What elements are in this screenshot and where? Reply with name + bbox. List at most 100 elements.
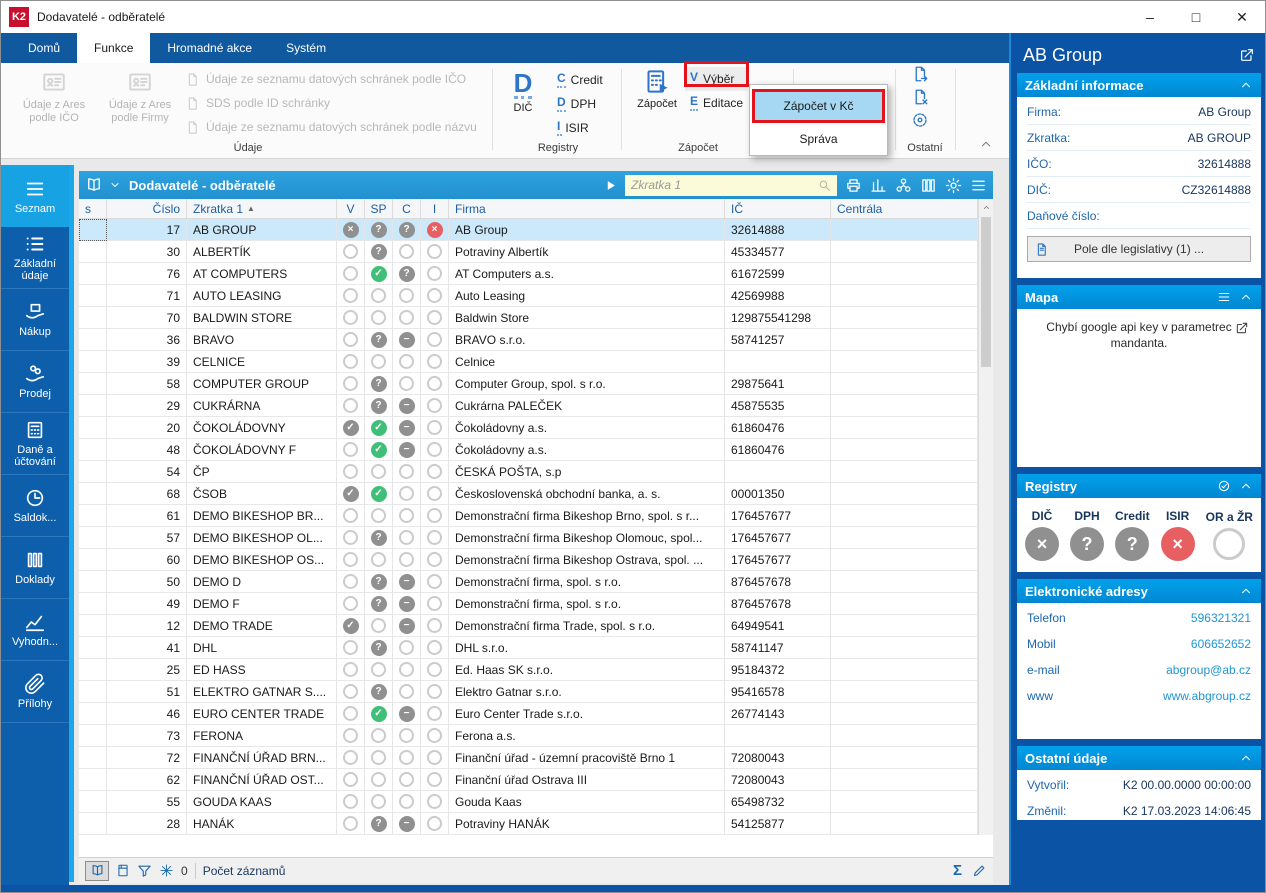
chart-icon[interactable] <box>870 177 887 194</box>
row-selector-cell[interactable] <box>79 373 107 395</box>
sidebar-item-p-lohy[interactable]: Přílohy <box>1 661 69 723</box>
field-value-link[interactable]: 596321321 <box>1191 611 1251 625</box>
row-selector-cell[interactable] <box>79 417 107 439</box>
table-row[interactable]: 20 ČOKOLÁDOVNY ✓ ✓ − Čokoládovny a.s. 61860476 <box>79 417 978 439</box>
check-circle-icon[interactable] <box>1217 479 1231 493</box>
maximize-button[interactable]: □ <box>1173 1 1219 33</box>
row-selector-cell[interactable] <box>79 747 107 769</box>
column-header--slo[interactable]: Číslo <box>107 199 187 218</box>
columns-icon[interactable] <box>920 177 937 194</box>
zapocet-item-vbr[interactable]: V Výběr <box>685 67 749 91</box>
table-row[interactable]: 28 HANÁK? − Potraviny HANÁK 54125877 <box>79 813 978 835</box>
column-header-zkratka-1[interactable]: Zkratka 1 ▲ <box>187 199 337 218</box>
list-menu-icon[interactable] <box>1217 290 1231 304</box>
row-selector-cell[interactable] <box>79 351 107 373</box>
section-header-registry[interactable]: Registry <box>1017 474 1261 498</box>
column-header-firma[interactable]: Firma <box>449 199 725 218</box>
column-header-i-[interactable]: IČ <box>725 199 831 218</box>
table-row[interactable]: 73 FERONA Ferona a.s. <box>79 725 978 747</box>
row-selector-cell[interactable] <box>79 395 107 417</box>
play-icon[interactable] <box>604 179 617 192</box>
row-selector-cell[interactable] <box>79 659 107 681</box>
sum-icon[interactable]: Σ <box>953 862 962 879</box>
tab-funkce[interactable]: Funkce <box>77 33 151 63</box>
row-selector-cell[interactable] <box>79 263 107 285</box>
registry-item-dph[interactable]: D DPH <box>552 92 608 116</box>
row-selector-cell[interactable] <box>79 241 107 263</box>
table-row[interactable]: 50 DEMO D? − Demonstrační firma, spol. s r.… <box>79 571 978 593</box>
sidebar-item-seznam[interactable]: Seznam <box>1 165 69 227</box>
tab-hromadn-akce[interactable]: Hromadné akce <box>150 33 269 63</box>
chevron-up-icon[interactable] <box>1239 479 1253 493</box>
column-header-sp[interactable]: SP <box>365 199 393 218</box>
tab-syst-m[interactable]: Systém <box>269 33 343 63</box>
row-selector-cell[interactable] <box>79 681 107 703</box>
row-selector-cell[interactable] <box>79 329 107 351</box>
sidebar-item-n-kup[interactable]: Nákup <box>1 289 69 351</box>
chevron-up-icon[interactable] <box>1239 751 1253 765</box>
open-external-icon[interactable] <box>1239 47 1255 63</box>
filter-icon[interactable] <box>137 863 152 878</box>
menu-item-z-po-et-v-k-[interactable]: Zápočet v Kč <box>752 89 885 123</box>
gear-icon[interactable] <box>945 177 962 194</box>
registry-item-isir[interactable]: I ISIR <box>552 116 608 140</box>
row-selector-cell[interactable] <box>79 307 107 329</box>
sidebar-item-vyhodn-[interactable]: Vyhodn... <box>1 599 69 661</box>
section-header-other[interactable]: Ostatní údaje <box>1017 746 1261 770</box>
sidebar-item-prodej[interactable]: Prodej <box>1 351 69 413</box>
field-value-link[interactable]: 606652652 <box>1191 637 1251 651</box>
column-header-centr-la[interactable]: Centrála <box>831 199 978 218</box>
table-row[interactable]: 71 AUTO LEASING Auto Leasing 42569988 <box>79 285 978 307</box>
table-row[interactable]: 41 DHL? DHL s.r.o. 58741147 <box>79 637 978 659</box>
share-icon[interactable] <box>895 177 912 194</box>
column-header-s[interactable]: s <box>79 199 107 218</box>
table-row[interactable]: 54 ČP ČESKÁ POŠTA, s.p <box>79 461 978 483</box>
table-row[interactable]: 58 COMPUTER GROUP? Computer Group, spol. s… <box>79 373 978 395</box>
zapocet-button[interactable]: Zápočet <box>629 65 685 110</box>
table-row[interactable]: 68 ČSOB ✓ ✓ Československá obchodní banka, a… <box>79 483 978 505</box>
table-row[interactable]: 36 BRAVO? − BRAVO s.r.o. 58741257 <box>79 329 978 351</box>
row-selector-cell[interactable] <box>79 637 107 659</box>
table-row[interactable]: 61 DEMO BIKESHOP BR... Demonstrační firma … <box>79 505 978 527</box>
field-value-link[interactable]: abgroup@ab.cz <box>1166 663 1251 677</box>
row-selector-cell[interactable] <box>79 549 107 571</box>
book-view-button[interactable] <box>85 860 109 881</box>
table-row[interactable]: 76 AT COMPUTERS ✓? AT Computers a.s. 6167259… <box>79 263 978 285</box>
table-row[interactable]: 17 AB GROUP ×?? × AB Group 32614888 <box>79 219 978 241</box>
pole-dle-legislativy-button[interactable]: Pole dle legislativy (1) ... <box>1027 236 1251 262</box>
print-icon[interactable] <box>845 177 862 194</box>
scrollbar-thumb[interactable] <box>981 217 991 367</box>
menu-item-spr-va[interactable]: Správa <box>752 125 885 152</box>
scroll-up-button[interactable] <box>979 199 993 215</box>
sidebar-item-dan-a-tov-n-[interactable]: Daně a účtování <box>1 413 69 475</box>
row-selector-cell[interactable] <box>79 791 107 813</box>
column-header-c[interactable]: C <box>393 199 421 218</box>
table-row[interactable]: 39 CELNICE Celnice <box>79 351 978 373</box>
minimize-button[interactable]: – <box>1127 1 1173 33</box>
row-selector-cell[interactable] <box>79 439 107 461</box>
sidebar-item-doklady[interactable]: Doklady <box>1 537 69 599</box>
table-row[interactable]: 72 FINANČNÍ ÚŘAD BRN... Finanční úřad - úz… <box>79 747 978 769</box>
open-external-icon[interactable] <box>1235 321 1249 335</box>
zapocet-item-editace[interactable]: E Editace <box>685 91 748 115</box>
snowflake-icon[interactable] <box>159 863 174 878</box>
table-row[interactable]: 25 ED HASS Ed. Haas SK s.r.o. 95184372 <box>79 659 978 681</box>
table-row[interactable]: 60 DEMO BIKESHOP OS... Demonstrační firma … <box>79 549 978 571</box>
collapse-ribbon-icon[interactable] <box>979 137 993 151</box>
column-header-v[interactable]: V <box>337 199 365 218</box>
row-selector-cell[interactable] <box>79 615 107 637</box>
table-row[interactable]: 57 DEMO BIKESHOP OL...? Demonstrační firma… <box>79 527 978 549</box>
chevron-up-icon[interactable] <box>1239 290 1253 304</box>
menu-icon[interactable] <box>970 177 987 194</box>
table-row[interactable]: 48 ČOKOLÁDOVNY F ✓ − Čokoládovny a.s. 6186047… <box>79 439 978 461</box>
chevron-up-icon[interactable] <box>1239 78 1253 92</box>
chevron-up-icon[interactable] <box>1239 584 1253 598</box>
row-selector-cell[interactable] <box>79 703 107 725</box>
table-row[interactable]: 49 DEMO F? − Demonstrační firma, spol. s r.… <box>79 593 978 615</box>
row-selector-cell[interactable] <box>79 285 107 307</box>
section-header-map[interactable]: Mapa <box>1017 285 1261 309</box>
column-header-i[interactable]: I <box>421 199 449 218</box>
row-selector-cell[interactable] <box>79 725 107 747</box>
section-header-basic-info[interactable]: Základní informace <box>1017 73 1261 97</box>
table-row[interactable]: 30 ALBERTÍK? Potraviny Albertík 45334577 <box>79 241 978 263</box>
